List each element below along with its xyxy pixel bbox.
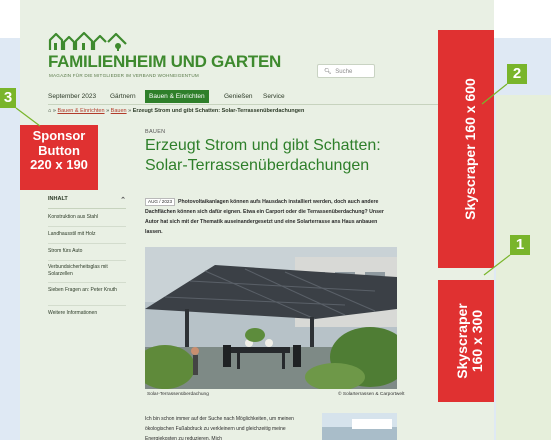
leader-line-2: [481, 83, 508, 105]
leader-line-3: [15, 107, 41, 127]
leader-lines: [15, 83, 511, 276]
leader-line-1: [483, 254, 511, 276]
